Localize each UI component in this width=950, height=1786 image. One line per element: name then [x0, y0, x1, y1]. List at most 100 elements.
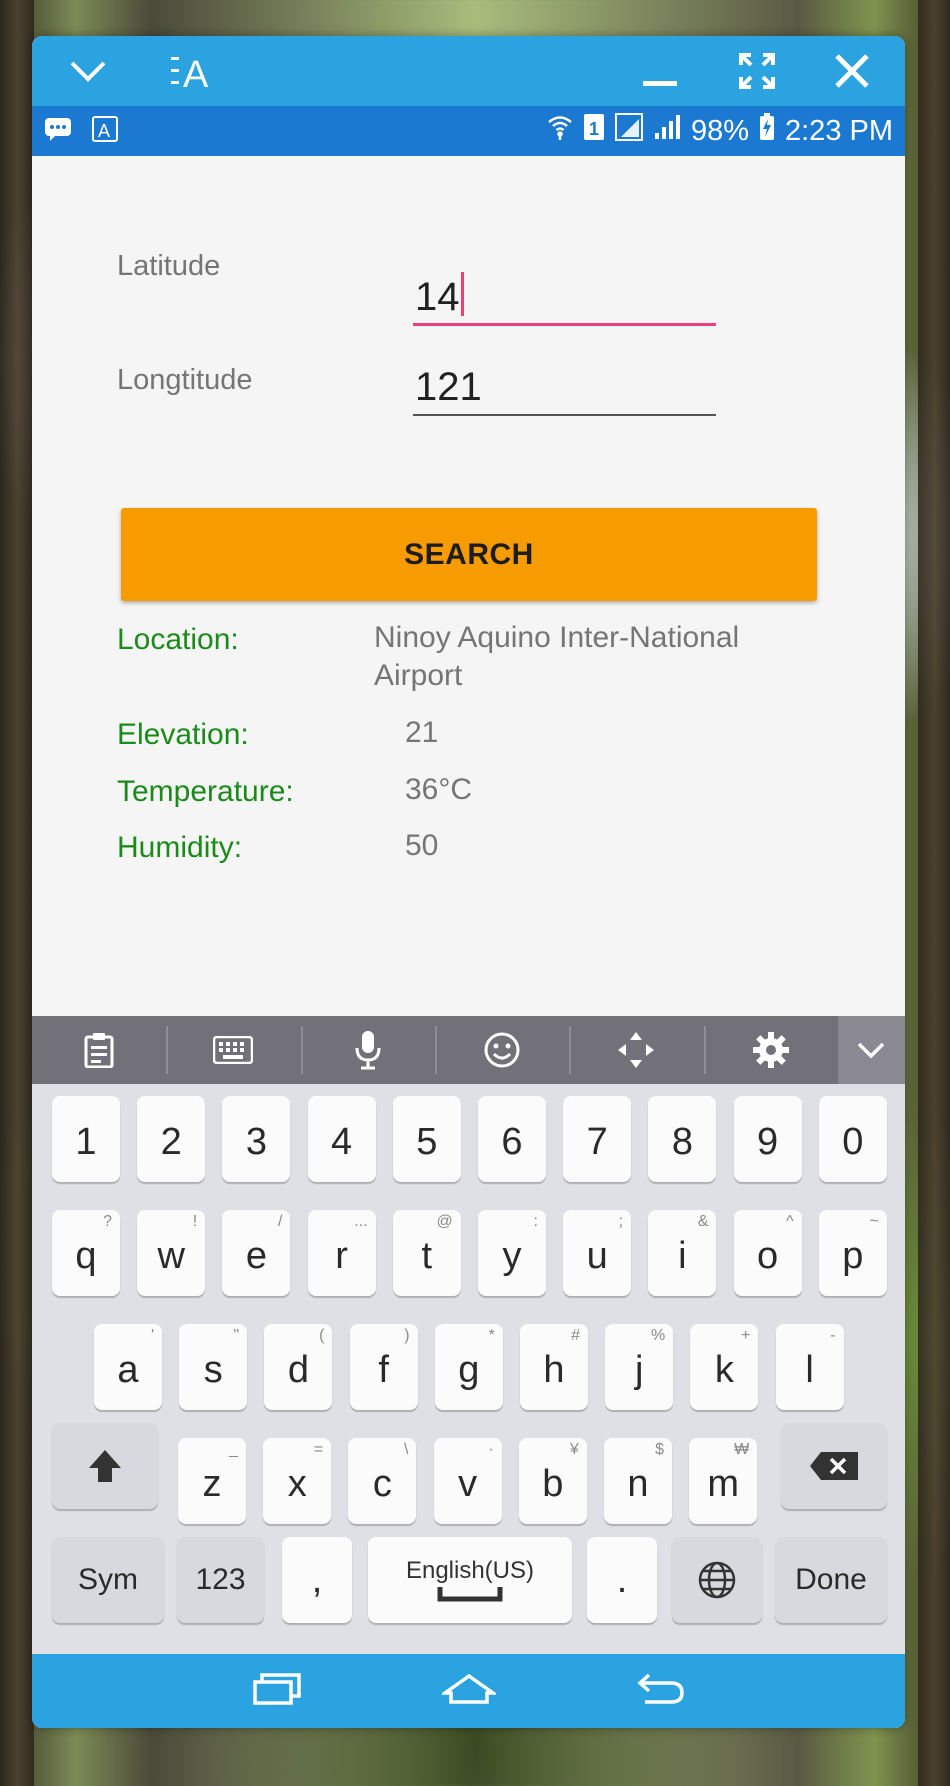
microphone-icon[interactable] — [300, 1016, 435, 1084]
key-2[interactable]: 2 — [137, 1096, 206, 1182]
maximize-icon[interactable] — [727, 36, 787, 106]
key-6[interactable]: 6 — [478, 1096, 546, 1182]
comma-key[interactable]: , — [282, 1537, 352, 1623]
key-secondary-label: - — [830, 1327, 836, 1344]
longitude-value: 121 — [415, 365, 482, 409]
key-c[interactable]: c \ — [348, 1438, 417, 1524]
hide-keyboard-icon[interactable] — [837, 1016, 905, 1084]
key-5[interactable]: 5 — [392, 1096, 461, 1182]
key-i[interactable]: i & — [648, 1210, 717, 1296]
key-w[interactable]: w! — [137, 1210, 206, 1296]
key-t[interactable]: t @ — [392, 1210, 461, 1296]
shift-key[interactable] — [52, 1423, 158, 1509]
key-u[interactable]: u; — [563, 1210, 632, 1296]
key-label: 0 — [842, 1120, 864, 1163]
key-x[interactable]: x = — [263, 1438, 332, 1524]
status-bar: A 1 98% 2:23 PM — [32, 106, 905, 156]
key-n[interactable]: n $ — [604, 1438, 672, 1524]
space-key[interactable]: English(US) — [368, 1537, 572, 1623]
key-label: v — [458, 1462, 478, 1505]
key-secondary-label: ! — [192, 1213, 198, 1230]
longitude-input[interactable]: 121 — [413, 360, 716, 416]
key-z[interactable]: z _ — [178, 1438, 246, 1524]
key-e[interactable]: e / — [222, 1210, 291, 1296]
clipboard-icon[interactable] — [32, 1016, 166, 1084]
key-label: d — [287, 1348, 309, 1391]
longitude-label: Longtitude — [117, 364, 253, 396]
key-f[interactable]: f) — [349, 1324, 418, 1410]
navigation-bar — [32, 1654, 905, 1728]
key-g[interactable]: g * — [434, 1324, 503, 1410]
key-8[interactable]: 8 — [648, 1096, 717, 1182]
backspace-key[interactable] — [781, 1423, 887, 1509]
numbers-key[interactable]: 123 — [177, 1537, 264, 1623]
key-label: w — [157, 1234, 185, 1277]
key-label: r — [335, 1234, 348, 1277]
key-0[interactable]: 0 — [818, 1096, 887, 1182]
emoji-icon[interactable] — [434, 1016, 569, 1084]
key-m[interactable]: m ₩ — [689, 1438, 758, 1524]
key-b[interactable]: b ¥ — [518, 1438, 587, 1524]
key-secondary-label: · — [488, 1441, 494, 1458]
location-label: Location: — [117, 623, 239, 656]
key-secondary-label: / — [277, 1213, 283, 1230]
search-button[interactable]: SEARCH — [121, 508, 817, 601]
text-caret — [460, 272, 464, 316]
key-label: z — [202, 1462, 222, 1505]
back-icon[interactable] — [636, 1673, 685, 1710]
key-3[interactable]: 3 — [222, 1096, 291, 1182]
key-j[interactable]: j% — [605, 1324, 674, 1410]
key-9[interactable]: 9 — [733, 1096, 802, 1182]
keyboard-icon[interactable] — [166, 1016, 300, 1084]
key-h[interactable]: h # — [520, 1324, 588, 1410]
svg-text:A: A — [183, 54, 209, 91]
key-label: p — [842, 1234, 864, 1277]
font-size-icon[interactable]: A — [164, 36, 224, 106]
key-a[interactable]: a ' — [94, 1324, 162, 1410]
sim-1-icon: 1 — [583, 113, 605, 149]
done-key[interactable]: Done — [775, 1537, 887, 1623]
key-label: n — [627, 1462, 649, 1505]
key-label: 3 — [245, 1120, 267, 1163]
period-key[interactable]: . — [587, 1537, 657, 1623]
recent-apps-icon[interactable] — [252, 1672, 301, 1710]
sym-key[interactable]: Sym — [52, 1537, 164, 1623]
key-label: 5 — [416, 1120, 438, 1163]
space-key-label: English(US) — [405, 1557, 535, 1584]
key-secondary-label: % — [650, 1327, 666, 1344]
key-o[interactable]: o ^ — [733, 1210, 802, 1296]
key-v[interactable]: v · — [433, 1438, 502, 1524]
key-label: x — [287, 1462, 307, 1505]
key-d[interactable]: d( — [264, 1324, 333, 1410]
close-icon[interactable] — [822, 36, 882, 106]
key-label: 7 — [586, 1120, 608, 1163]
key-secondary-label: + — [741, 1327, 751, 1344]
key-7[interactable]: 7 — [563, 1096, 632, 1182]
keyboard: 1234567890 q? w! e / r... t @ y: u; i & o ^ p ~ a ' s " d(… — [32, 1084, 905, 1654]
key-p[interactable]: p ~ — [818, 1210, 887, 1296]
temperature-label: Temperature: — [117, 775, 294, 808]
key-secondary-label: : — [533, 1213, 538, 1230]
key-label: 1 — [75, 1120, 97, 1163]
key-y[interactable]: y: — [478, 1210, 546, 1296]
key-1[interactable]: 1 — [52, 1096, 120, 1182]
minimize-icon[interactable] — [630, 36, 690, 106]
gear-icon[interactable] — [703, 1016, 838, 1084]
key-l[interactable]: l- — [775, 1324, 844, 1410]
key-r[interactable]: r... — [307, 1210, 376, 1296]
key-s[interactable]: s " — [179, 1324, 248, 1410]
chevron-down-icon[interactable] — [62, 36, 114, 106]
elevation-label: Elevation: — [117, 718, 249, 751]
latitude-input[interactable]: 14 — [413, 270, 716, 326]
home-icon[interactable] — [439, 1673, 498, 1710]
move-keyboard-icon[interactable] — [569, 1016, 703, 1084]
key-label: 9 — [757, 1120, 779, 1163]
key-secondary-label: \ — [403, 1441, 409, 1458]
key-secondary-label: ^ — [786, 1213, 794, 1230]
key-4[interactable]: 4 — [307, 1096, 376, 1182]
key-secondary-label: @ — [436, 1213, 453, 1230]
language-key[interactable] — [672, 1537, 762, 1623]
key-q[interactable]: q? — [52, 1210, 120, 1296]
humidity-value: 50 — [405, 829, 439, 862]
key-k[interactable]: k + — [690, 1324, 759, 1410]
